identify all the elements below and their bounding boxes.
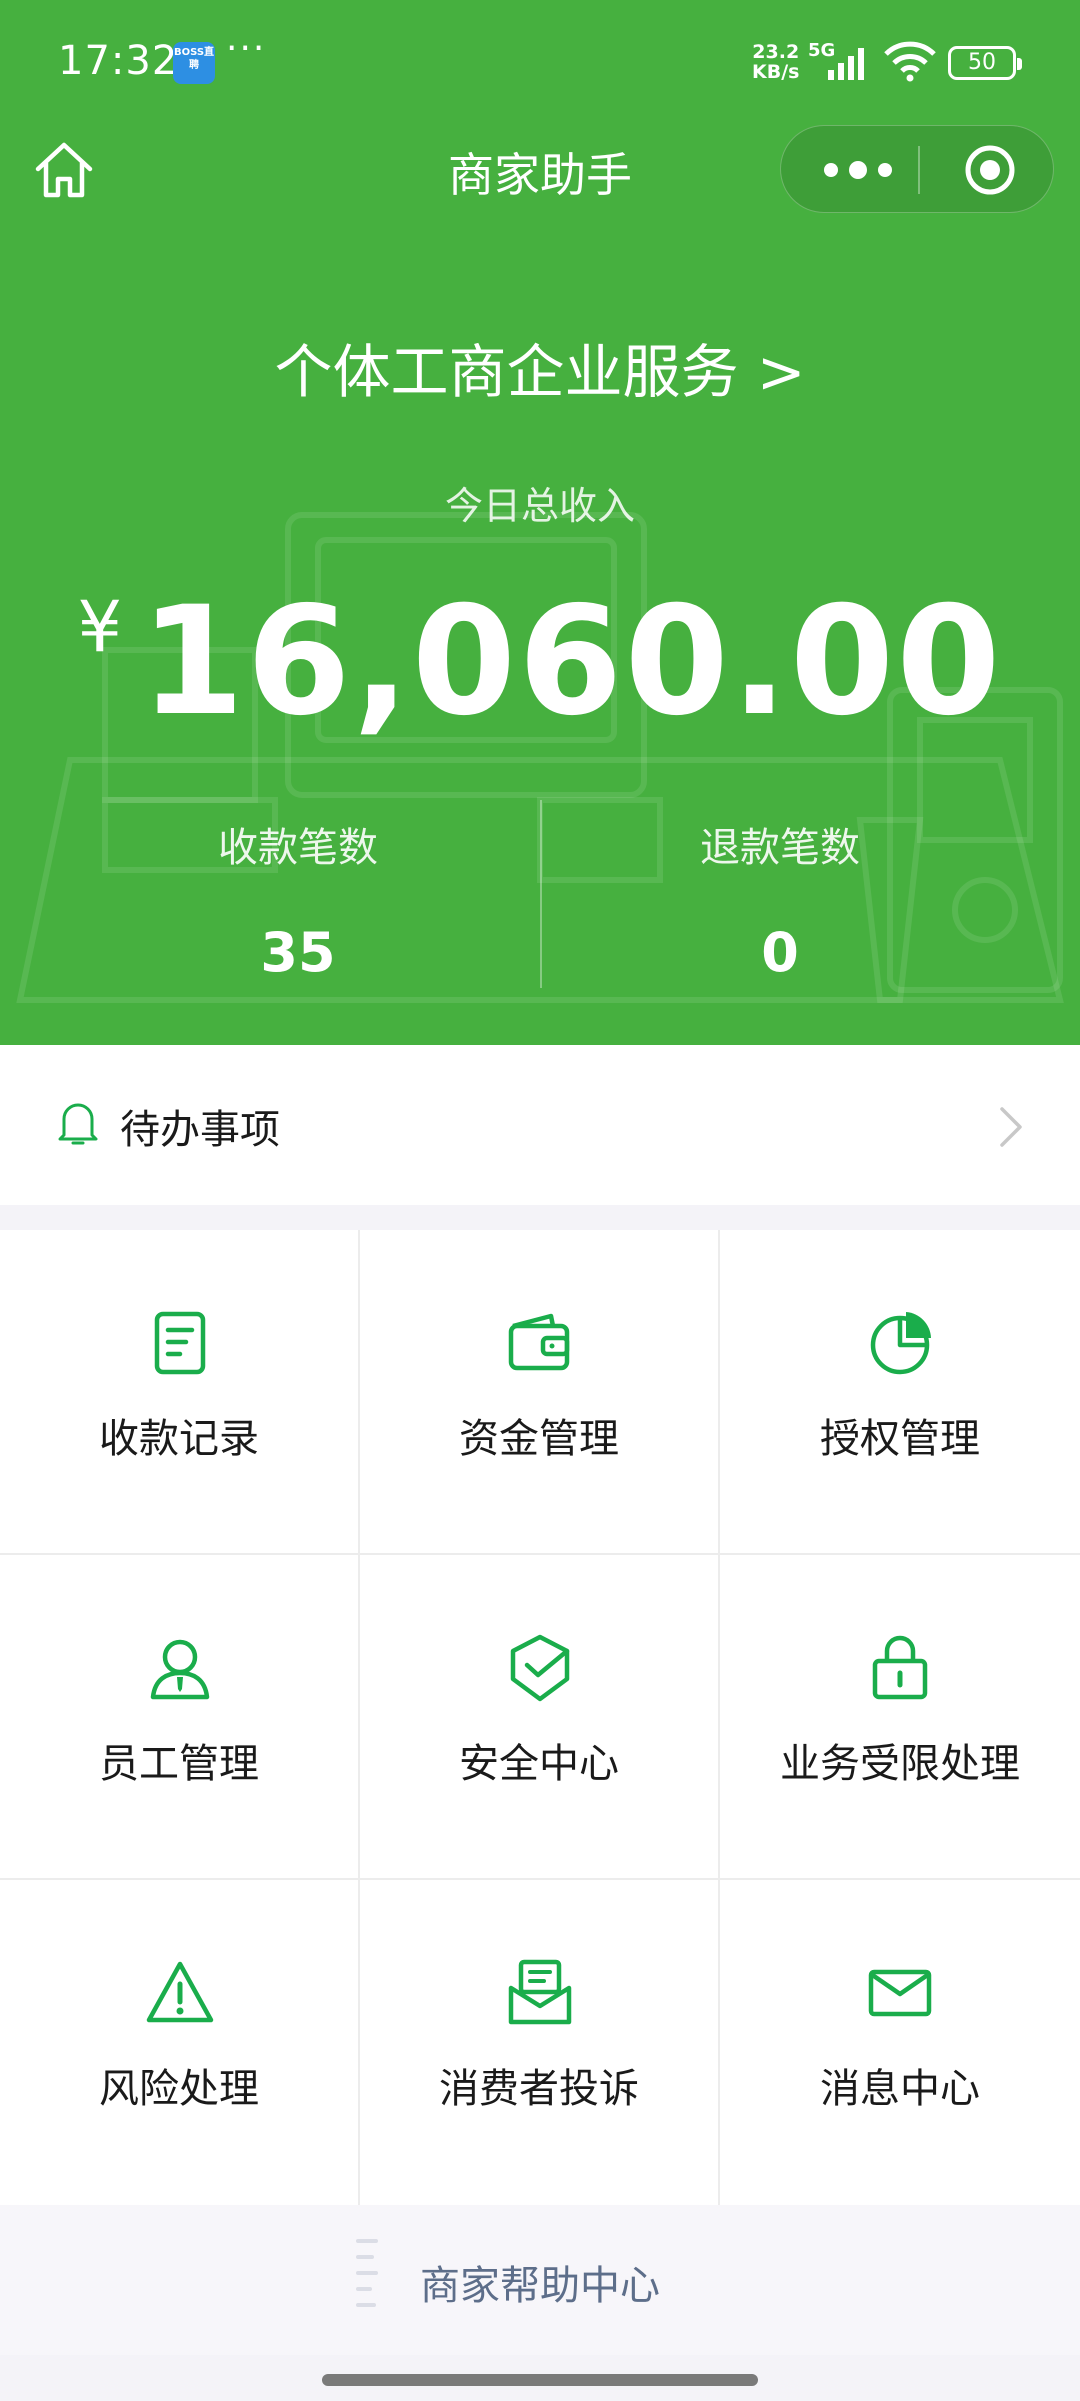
grid-item-authorization[interactable]: 授权管理 — [720, 1230, 1080, 1555]
network-speed: 23.2 KB/s — [752, 42, 799, 82]
help-center-bar[interactable]: 商家帮助中心 — [0, 2205, 1080, 2355]
help-center-link[interactable]: 商家帮助中心 — [0, 2253, 1080, 2311]
wallet-icon — [508, 1313, 570, 1371]
signal-icon — [828, 48, 864, 80]
chevron-right-icon — [1000, 1107, 1022, 1147]
grid-item-payment-records[interactable]: 收款记录 — [0, 1230, 360, 1555]
status-more-icon: ··· — [226, 28, 267, 69]
feature-grid: 收款记录 资金管理 授权管理 员工管理 安全中心 业务受限处理 风险处理 消费者… — [0, 1230, 1080, 2205]
income-header: 17:32 BOSS直聘 ··· 23.2 KB/s 5G 50 商家助手 个体… — [0, 0, 1080, 1045]
grid-item-staff-management[interactable]: 员工管理 — [0, 1555, 360, 1880]
payment-count-label: 收款笔数 — [218, 825, 378, 871]
network-speed-unit: KB/s — [752, 61, 800, 83]
grid-item-label: 安全中心 — [459, 1741, 619, 1787]
grid-item-business-restriction[interactable]: 业务受限处理 — [720, 1555, 1080, 1880]
income-amount-value: 16,060.00 — [139, 575, 1003, 749]
today-income-amount: ¥16,060.00 — [0, 575, 1080, 749]
today-income-label: 今日总收入 — [444, 484, 635, 528]
business-service-link[interactable]: 个体工商企业服务 > — [0, 325, 1080, 409]
grid-item-label: 消费者投诉 — [439, 2066, 639, 2112]
capsule-divider — [918, 146, 920, 194]
grid-item-label: 员工管理 — [99, 1741, 259, 1787]
receipt-icon — [154, 1311, 206, 1375]
grid-item-message-center[interactable]: 消息中心 — [720, 1880, 1080, 2205]
staff-icon — [150, 1639, 210, 1700]
pie-chart-icon — [870, 1312, 931, 1375]
status-bar: 17:32 BOSS直聘 ··· 23.2 KB/s 5G 50 — [0, 0, 1080, 125]
grid-item-label: 业务受限处理 — [780, 1741, 1020, 1787]
nav-bar: 商家助手 — [0, 125, 1080, 215]
target-close-icon[interactable] — [963, 143, 1017, 197]
network-speed-value: 23.2 — [752, 41, 800, 63]
refund-count-stat: 退款笔数 0 — [510, 815, 1050, 984]
battery-icon: 50 — [948, 46, 1022, 80]
payment-count-value: 35 — [260, 921, 336, 984]
more-dots-icon[interactable] — [817, 152, 899, 188]
currency-symbol: ¥ — [77, 586, 122, 668]
grid-item-risk-handling[interactable]: 风险处理 — [0, 1880, 360, 2205]
status-time: 17:32 — [58, 38, 179, 84]
grid-item-label: 资金管理 — [459, 1416, 619, 1462]
complaint-mail-icon — [508, 1959, 572, 2025]
todo-row[interactable]: 待办事项 — [0, 1045, 1080, 1205]
bell-icon — [58, 1103, 98, 1145]
grid-item-label: 风险处理 — [99, 2066, 259, 2112]
mini-program-capsule — [780, 125, 1054, 213]
grid-item-fund-management[interactable]: 资金管理 — [360, 1230, 720, 1555]
grid-item-label: 授权管理 — [820, 1416, 980, 1462]
envelope-icon — [868, 1969, 932, 2017]
grid-item-consumer-complaints[interactable]: 消费者投诉 — [360, 1880, 720, 2205]
lock-icon — [872, 1635, 928, 1700]
home-indicator[interactable] — [322, 2374, 758, 2386]
grid-item-label: 消息中心 — [820, 2066, 980, 2112]
wifi-icon — [884, 41, 936, 82]
refund-count-label: 退款笔数 — [700, 825, 860, 871]
grid-item-security-center[interactable]: 安全中心 — [360, 1555, 720, 1880]
refund-count-value: 0 — [761, 921, 799, 984]
payment-count-stat: 收款笔数 35 — [28, 815, 568, 984]
todo-label: 待办事项 — [120, 1107, 280, 1153]
shield-check-icon — [510, 1634, 570, 1702]
grid-item-label: 收款记录 — [99, 1416, 259, 1462]
warning-icon — [146, 1961, 214, 2023]
boss-app-icon: BOSS直聘 — [173, 42, 215, 84]
